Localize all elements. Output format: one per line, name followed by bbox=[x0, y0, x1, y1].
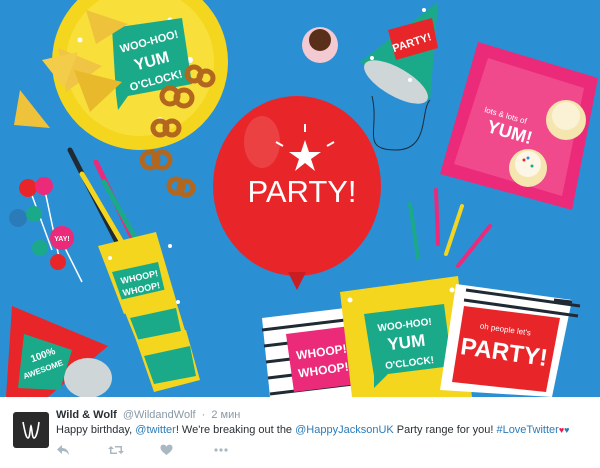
wild-wolf-logo-icon bbox=[22, 421, 40, 439]
like-button[interactable] bbox=[160, 442, 173, 458]
tweet-text: Happy birthday, @twitter! We're breaking… bbox=[56, 424, 570, 436]
mention-happyjackson-link[interactable]: @HappyJacksonUK bbox=[295, 424, 394, 436]
like-icon bbox=[160, 444, 173, 455]
avatar[interactable] bbox=[13, 412, 49, 448]
tweet-text-part-1: Happy birthday, bbox=[56, 424, 136, 436]
tweet-timestamp[interactable]: 2 мин bbox=[211, 409, 240, 421]
tweet-actions bbox=[56, 442, 476, 458]
balloon-text: PARTY! bbox=[247, 174, 356, 209]
tweet-media-photo[interactable]: WOO-HOO! YUM O'CLOCK! PARTY! lots & lots… bbox=[0, 0, 600, 397]
reply-icon bbox=[57, 445, 69, 455]
party-photo-illustration: WOO-HOO! YUM O'CLOCK! PARTY! lots & lots… bbox=[0, 0, 600, 397]
hashtag-link[interactable]: #LoveTwitter bbox=[496, 424, 558, 436]
author-name[interactable]: Wild & Wolf bbox=[56, 409, 117, 421]
more-icon bbox=[214, 448, 228, 452]
retweet-icon bbox=[108, 446, 124, 454]
mention-twitter-link[interactable]: @twitter bbox=[135, 424, 176, 436]
reply-button[interactable] bbox=[56, 442, 70, 458]
tweet-header: Wild & Wolf @WildandWolf · 2 мин bbox=[56, 409, 240, 421]
retweet-button[interactable] bbox=[108, 442, 124, 458]
author-handle[interactable]: @WildandWolf bbox=[123, 409, 196, 421]
tweet-text-part-2: ! We're breaking out the bbox=[175, 424, 296, 436]
separator-dot: · bbox=[201, 409, 206, 421]
small-cupcake bbox=[302, 27, 338, 63]
tweet-card: WOO-HOO! YUM O'CLOCK! PARTY! lots & lots… bbox=[0, 0, 600, 468]
tweet-text-part-3: Party range for you! bbox=[393, 424, 497, 436]
more-button[interactable] bbox=[214, 442, 228, 458]
pick-text: YAY! bbox=[54, 236, 69, 243]
heart-blue-emoji: ♥ bbox=[564, 425, 570, 435]
